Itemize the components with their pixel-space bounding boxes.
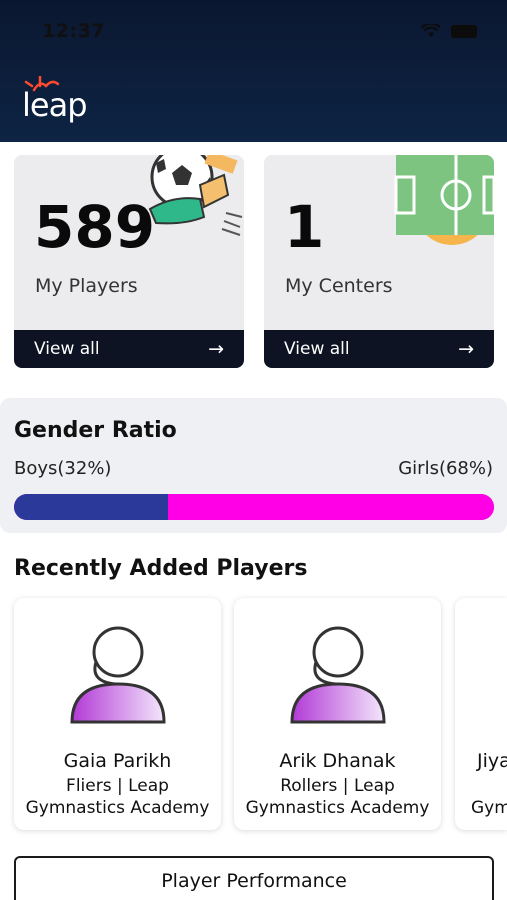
centers-count: 1 bbox=[284, 193, 325, 261]
girls-ratio-fill bbox=[167, 494, 494, 520]
avatar-icon bbox=[290, 626, 386, 724]
recent-players-title: Recently Added Players bbox=[14, 556, 308, 581]
view-all-players-button[interactable]: View all → bbox=[14, 330, 244, 368]
player-name: Gaia Parikh bbox=[63, 750, 172, 772]
player-card[interactable]: Arik Dhanak Rollers | Leap Gymnastics Ac… bbox=[234, 598, 441, 830]
player-academy: Gymnastics Academy bbox=[245, 798, 430, 818]
my-players-card[interactable]: 589 My Players View all → bbox=[14, 155, 244, 368]
gender-ratio-bar bbox=[14, 494, 494, 520]
player-performance-button[interactable]: Player Performance bbox=[14, 856, 494, 900]
boys-ratio-label: Boys(32%) bbox=[14, 458, 112, 479]
player-card[interactable]: Gaia Parikh Fliers | Leap Gymnastics Aca… bbox=[14, 598, 221, 830]
gender-ratio-section: Gender Ratio Boys(32%) Girls(68%) bbox=[0, 398, 507, 533]
player-name: Arik Dhanak bbox=[279, 750, 396, 772]
football-kick-illustration bbox=[148, 155, 243, 236]
player-team: Rollers | Leap bbox=[280, 776, 395, 796]
player-name: Jiya bbox=[477, 750, 507, 772]
boys-ratio-fill bbox=[14, 494, 168, 520]
logo-wordmark: leap bbox=[22, 86, 87, 124]
view-all-label: View all bbox=[284, 339, 350, 359]
arrow-right-icon: → bbox=[458, 338, 474, 360]
status-bar: 12:37 bbox=[0, 0, 507, 60]
status-icons bbox=[421, 24, 477, 38]
app-header: 12:37 leap bbox=[0, 0, 507, 142]
player-card[interactable]: Jiya Gym bbox=[455, 598, 507, 830]
player-academy: Gymnastics Academy bbox=[25, 798, 210, 818]
status-time: 12:37 bbox=[42, 20, 105, 42]
gender-ratio-title: Gender Ratio bbox=[14, 418, 177, 443]
wifi-icon bbox=[421, 24, 441, 37]
battery-icon bbox=[451, 24, 477, 38]
players-count: 589 bbox=[34, 193, 156, 261]
leap-logo: leap bbox=[20, 76, 100, 128]
field-illustration bbox=[394, 155, 494, 245]
players-label: My Players bbox=[35, 275, 138, 297]
centers-label: My Centers bbox=[285, 275, 393, 297]
view-all-centers-button[interactable]: View all → bbox=[264, 330, 494, 368]
my-centers-card[interactable]: 1 My Centers View all → bbox=[264, 155, 494, 368]
player-academy: Gym bbox=[471, 798, 507, 818]
player-team: Fliers | Leap bbox=[66, 776, 169, 796]
arrow-right-icon: → bbox=[208, 338, 224, 360]
girls-ratio-label: Girls(68%) bbox=[398, 458, 493, 479]
view-all-label: View all bbox=[34, 339, 100, 359]
avatar-icon bbox=[70, 626, 166, 724]
